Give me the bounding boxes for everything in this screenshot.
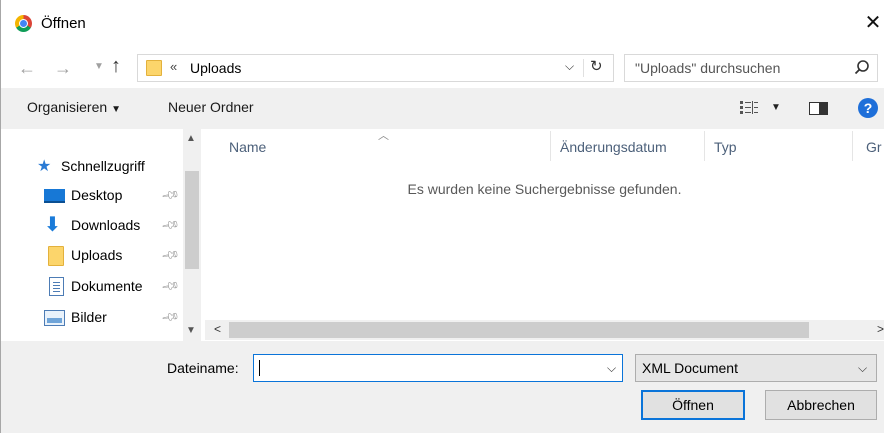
empty-message: Es wurden keine Suchergebnisse gefunden. xyxy=(407,181,682,197)
preview-pane-icon[interactable] xyxy=(809,102,828,115)
column-label: Name xyxy=(229,139,267,155)
text-caret xyxy=(259,360,260,376)
nav-item-uploads[interactable]: Uploads 📌︎ xyxy=(1,245,181,267)
divider xyxy=(583,59,584,77)
pictures-icon xyxy=(44,310,65,326)
search-placeholder: "Uploads" durchsuchen xyxy=(635,60,781,76)
nav-item-label: Downloads xyxy=(71,217,141,233)
nav-item-downloads[interactable]: ⬇ Downloads 📌︎ xyxy=(1,215,181,237)
search-icon[interactable] xyxy=(853,59,871,77)
scroll-down-icon[interactable]: ▼ xyxy=(186,325,196,336)
filename-label: Dateiname: xyxy=(167,360,239,376)
filename-input[interactable]: ⌵ xyxy=(253,354,623,382)
pin-icon: 📌︎ xyxy=(160,214,181,236)
chevron-down-icon[interactable]: ⌵ xyxy=(565,59,574,74)
nav-item-label: Schnellzugriff xyxy=(61,158,145,174)
open-file-dialog: Öffnen ✕ ← → ▼ ↑ « Uploads ⌵ ↻ "Uploads"… xyxy=(0,0,884,433)
chevron-down-icon: ▼ xyxy=(111,104,122,115)
nav-item-label: Desktop xyxy=(71,187,123,203)
sort-ascending-icon: ︿ xyxy=(378,130,389,142)
column-label: Gr xyxy=(866,139,882,155)
nav-item-label: Bilder xyxy=(71,309,107,325)
help-icon[interactable]: ? xyxy=(858,98,878,118)
nav-item-dokumente[interactable]: Dokumente 📌︎ xyxy=(1,276,181,298)
horizontal-scrollbar[interactable]: < > xyxy=(205,320,884,340)
desktop-icon xyxy=(44,189,65,203)
scroll-thumb[interactable] xyxy=(229,322,809,338)
filetype-selected: XML Document xyxy=(642,360,738,376)
pin-icon: 📌︎ xyxy=(160,184,181,206)
chrome-icon xyxy=(15,15,32,32)
column-header-type[interactable]: Typ xyxy=(705,129,852,163)
dialog-footer: Dateiname: ⌵ XML Document ⌵ Öffnen Abbre… xyxy=(1,341,884,433)
new-folder-button[interactable]: Neuer Ordner xyxy=(168,99,254,115)
navigation-pane: ★ Schnellzugriff Desktop 📌︎ ⬇ Downloads … xyxy=(1,129,201,341)
column-header-date[interactable]: Änderungsdatum xyxy=(551,129,704,163)
chevron-down-icon[interactable]: ⌵ xyxy=(858,361,867,376)
cancel-button[interactable]: Abbrechen xyxy=(765,390,877,420)
column-header-name[interactable]: ︿ Name xyxy=(205,129,550,163)
pin-icon: 📌︎ xyxy=(160,244,181,266)
chevron-down-icon[interactable]: ⌵ xyxy=(607,361,616,376)
scroll-left-icon[interactable]: < xyxy=(214,322,221,336)
command-toolbar: Organisieren ▼ Neuer Ordner ▼ ? xyxy=(1,88,884,129)
pin-icon: 📌︎ xyxy=(160,306,181,328)
window-title: Öffnen xyxy=(41,15,86,32)
nav-item-desktop[interactable]: Desktop 📌︎ xyxy=(1,185,181,207)
scroll-thumb[interactable] xyxy=(185,171,199,269)
open-button[interactable]: Öffnen xyxy=(641,390,745,420)
nav-item-label: Dokumente xyxy=(71,278,143,294)
folder-icon xyxy=(146,60,162,76)
title-bar: Öffnen ✕ xyxy=(1,0,884,48)
nav-item-label: Uploads xyxy=(71,247,123,263)
filetype-select[interactable]: XML Document ⌵ xyxy=(635,354,877,382)
document-icon xyxy=(49,277,64,296)
forward-arrow-icon[interactable]: → xyxy=(54,58,72,79)
scroll-up-icon[interactable]: ▲ xyxy=(186,133,196,144)
refresh-icon[interactable]: ↻ xyxy=(590,57,603,75)
column-label: Änderungsdatum xyxy=(560,139,667,155)
nav-item-schnellzugriff[interactable]: ★ Schnellzugriff xyxy=(1,156,181,178)
column-label: Typ xyxy=(714,139,737,155)
star-icon: ★ xyxy=(37,158,52,175)
file-list: ︿ Name Änderungsdatum Typ Gr Es wurden k… xyxy=(205,129,884,341)
recent-locations-chevron-icon[interactable]: ▼ xyxy=(94,61,104,72)
download-arrow-icon: ⬇ xyxy=(44,214,61,236)
back-arrow-icon[interactable]: ← xyxy=(18,58,36,79)
nav-scrollbar[interactable]: ▲ ▼ xyxy=(183,129,201,341)
nav-item-bilder[interactable]: Bilder 📌︎ xyxy=(1,307,181,329)
scroll-right-icon[interactable]: > xyxy=(877,322,884,336)
breadcrumb-current[interactable]: Uploads xyxy=(190,60,241,76)
view-dropdown-icon[interactable]: ▼ xyxy=(771,102,781,113)
organize-menu[interactable]: Organisieren ▼ xyxy=(27,99,121,115)
search-input[interactable]: "Uploads" durchsuchen xyxy=(624,54,878,82)
breadcrumb-overflow[interactable]: « xyxy=(170,59,177,74)
address-bar[interactable]: « Uploads ⌵ ↻ xyxy=(137,54,614,82)
folder-icon xyxy=(48,246,64,266)
close-button[interactable]: ✕ xyxy=(861,10,884,36)
view-options-icon[interactable] xyxy=(739,100,759,116)
column-header-size[interactable]: Gr xyxy=(853,129,884,163)
organize-label: Organisieren xyxy=(27,99,108,115)
up-arrow-icon[interactable]: ↑ xyxy=(111,55,121,78)
pin-icon: 📌︎ xyxy=(160,275,181,297)
